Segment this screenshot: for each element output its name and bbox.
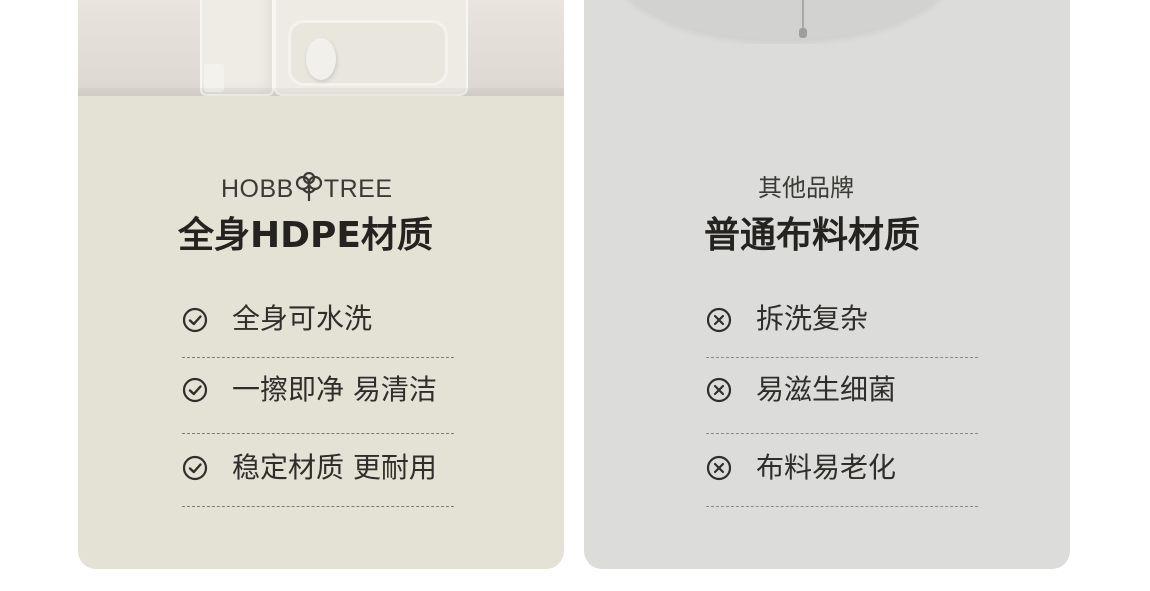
check-circle-icon	[182, 307, 208, 333]
product-photo	[78, 0, 564, 96]
check-circle-icon	[182, 377, 208, 403]
brand-text-start: HOBB	[221, 174, 294, 203]
zipper-cord	[802, 0, 804, 30]
feature-row: 全身可水洗	[182, 297, 454, 358]
left-title: 全身HDPE材质	[178, 215, 433, 256]
fabric-cabinet-edge	[614, 0, 954, 40]
brand-logo: HOBB TREE	[221, 172, 401, 206]
zipper-pull	[799, 28, 807, 38]
other-brand-comparison-card: 其他品牌 普通布料材质 拆洗复杂 易滋生细菌 布料易老化	[584, 0, 1070, 569]
hobbytree-comparison-card: HOBB TREE 全身HDPE材质 全身可水洗 一擦即净 易清洁 稳定材质 更…	[78, 0, 564, 569]
product-photo	[584, 0, 1070, 44]
feature-row: 易滋生细菌	[706, 357, 978, 434]
cross-circle-icon	[706, 377, 732, 403]
feature-label: 一擦即净 易清洁	[232, 373, 437, 406]
feature-label: 布料易老化	[756, 451, 897, 484]
check-circle-icon	[182, 455, 208, 481]
feature-row: 拆洗复杂	[706, 297, 978, 358]
feature-label: 拆洗复杂	[756, 302, 869, 335]
feature-row: 稳定材质 更耐用	[182, 433, 454, 507]
feature-label: 稳定材质 更耐用	[232, 451, 437, 484]
feature-label: 全身可水洗	[232, 302, 373, 335]
cross-circle-icon	[706, 307, 732, 333]
brand-text-end: TREE	[323, 174, 393, 203]
feature-label: 易滋生细菌	[756, 373, 897, 406]
other-brand-label: 其他品牌	[758, 174, 854, 202]
feature-row: 布料易老化	[706, 433, 978, 507]
photo-shadow	[78, 88, 564, 96]
tree-logo-icon	[295, 172, 322, 201]
drawer-knob	[306, 38, 336, 80]
feature-row: 一擦即净 易清洁	[182, 357, 454, 434]
cross-circle-icon	[706, 455, 732, 481]
right-title: 普通布料材质	[704, 215, 921, 256]
